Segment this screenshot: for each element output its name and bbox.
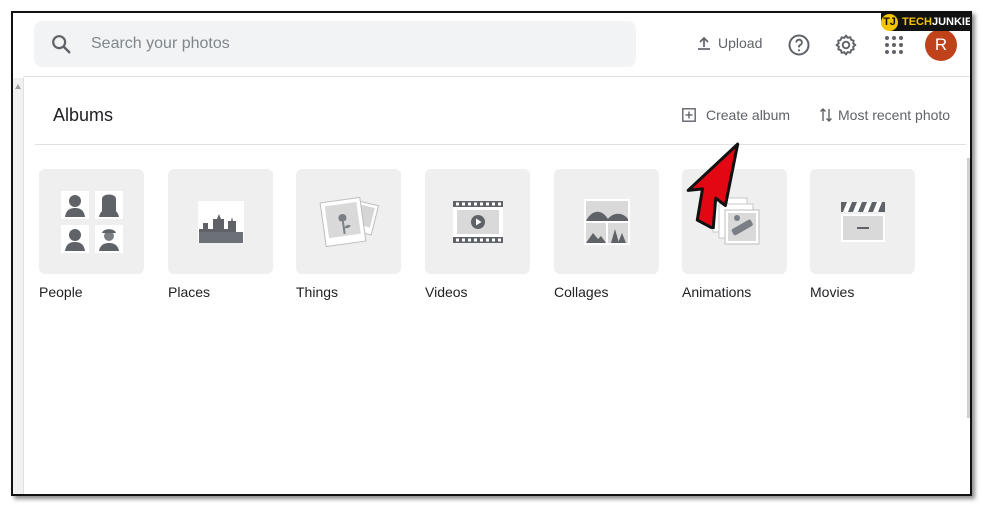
gear-icon[interactable]: [834, 33, 858, 57]
album-thumbnail: [554, 169, 659, 274]
help-icon[interactable]: [787, 33, 811, 57]
sort-button[interactable]: Most recent photo: [819, 107, 950, 123]
collages-icon: [583, 198, 630, 245]
right-scrollbar[interactable]: [967, 158, 970, 418]
header-divider: [23, 76, 970, 77]
create-album-label: Create album: [706, 107, 791, 123]
create-album-button[interactable]: Create album: [682, 107, 790, 123]
search-icon: [52, 35, 71, 54]
album-label: Things: [296, 284, 339, 300]
upload-icon: [698, 36, 710, 50]
watermark-badge: TJ: [881, 13, 898, 31]
album-label: Videos: [425, 284, 468, 300]
watermark-logo: TJ TECH JUNKIE: [881, 13, 972, 31]
section-divider: [35, 144, 966, 145]
album-thumbnail: [425, 169, 530, 274]
album-thumbnail: [296, 169, 401, 274]
watermark-text-tech: TECH: [902, 16, 932, 28]
videos-icon: [452, 200, 503, 243]
app-window: Search your photos Upload R Albums Creat…: [11, 11, 972, 496]
annotation-arrow-icon: [686, 142, 740, 229]
album-tile-places[interactable]: Places: [168, 169, 273, 300]
upload-button[interactable]: Upload: [696, 35, 762, 51]
album-thumbnail: [168, 169, 273, 274]
scroll-up-arrow-icon[interactable]: [15, 84, 21, 89]
upload-label: Upload: [718, 35, 763, 51]
album-tile-videos[interactable]: Videos: [425, 169, 530, 300]
places-icon: [197, 200, 244, 243]
album-tile-people[interactable]: People: [39, 169, 144, 300]
sort-label: Most recent photo: [838, 107, 951, 123]
album-tile-things[interactable]: Things: [296, 169, 401, 300]
add-box-icon: [682, 108, 696, 122]
album-label: Places: [168, 284, 211, 300]
album-tile-collages[interactable]: Collages: [554, 169, 659, 300]
album-tile-movies[interactable]: Movies: [810, 169, 915, 300]
movies-icon: [840, 201, 885, 242]
page-title: Albums: [53, 105, 114, 125]
album-label: Collages: [554, 284, 609, 300]
watermark-text-junkie: JUNKIE: [931, 16, 972, 28]
sort-icon: [820, 108, 832, 122]
avatar-initial: R: [934, 35, 948, 54]
album-label: People: [39, 284, 83, 300]
avatar[interactable]: R: [925, 29, 957, 61]
people-icon: [60, 190, 123, 253]
things-icon: [319, 196, 379, 247]
left-scrollbar[interactable]: [13, 78, 24, 494]
album-label: Movies: [810, 284, 855, 300]
album-label: Animations: [682, 284, 752, 300]
album-thumbnail: [810, 169, 915, 274]
search-bar[interactable]: Search your photos: [34, 21, 636, 67]
apps-grid-icon[interactable]: [882, 33, 906, 57]
album-thumbnail: [39, 169, 144, 274]
search-input[interactable]: Search your photos: [91, 35, 230, 53]
